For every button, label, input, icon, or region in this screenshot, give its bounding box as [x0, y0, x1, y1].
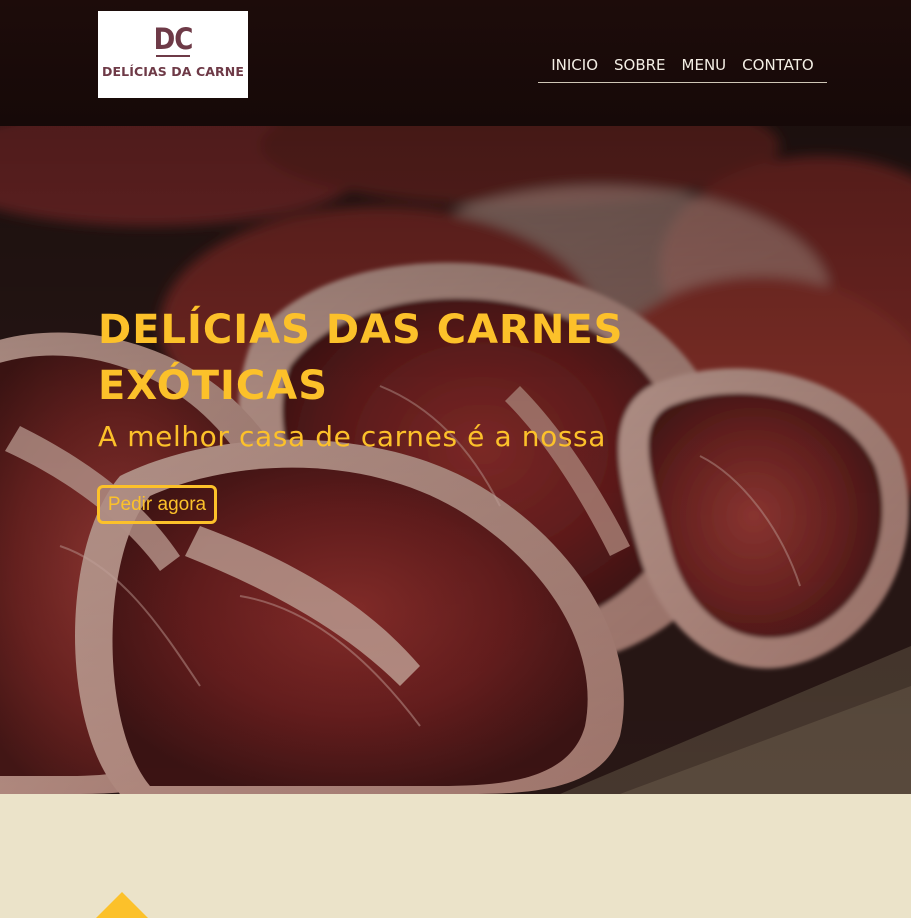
hero-subtitle: A melhor casa de carnes é a nossa — [98, 420, 606, 453]
logo-monogram: DC — [153, 22, 194, 56]
nav-item-contato[interactable]: CONTATO — [742, 54, 814, 82]
logo-wordmark: DELÍCIAS DA CARNE — [102, 64, 244, 79]
main-nav: INICIO SOBRE MENU CONTATO — [538, 54, 827, 83]
next-section — [0, 794, 911, 918]
nav-item-sobre[interactable]: SOBRE — [614, 54, 666, 82]
site-header: DC DELÍCIAS DA CARNE INICIO SOBRE MENU C… — [0, 0, 911, 126]
nav-item-menu[interactable]: MENU — [682, 54, 727, 82]
hero-section: DELÍCIAS DAS CARNES EXÓTICAS A melhor ca… — [0, 126, 911, 794]
hero-title: DELÍCIAS DAS CARNES EXÓTICAS — [98, 307, 624, 409]
order-now-button[interactable]: Pedir agora — [97, 485, 217, 524]
hero-background-image — [0, 126, 911, 794]
nav-item-inicio[interactable]: INICIO — [551, 54, 598, 82]
brand-logo[interactable]: DC DELÍCIAS DA CARNE — [98, 11, 248, 98]
triangle-decoration — [96, 892, 148, 918]
